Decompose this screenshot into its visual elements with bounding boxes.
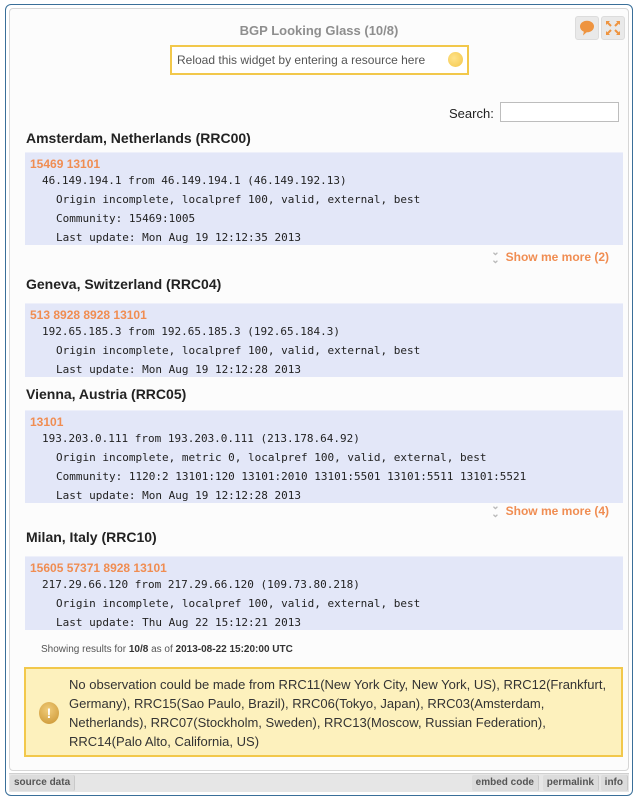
- permalink-button[interactable]: permalink: [542, 775, 599, 791]
- route-entry: 13101 193.203.0.111 from 193.203.0.111 (…: [25, 410, 623, 503]
- widget-title: BGP Looking Glass (10/8): [239, 23, 399, 38]
- collector-title: Amsterdam, Netherlands (RRC00): [26, 130, 251, 146]
- route-entry: 15469 13101 46.149.194.1 from 46.149.194…: [25, 152, 623, 245]
- search-label: Search:: [449, 106, 494, 121]
- warning-text: No observation could be made from RRC11(…: [69, 677, 607, 749]
- route-line: Community: 1120:2 13101:120 13101:2010 1…: [56, 470, 527, 483]
- embed-code-button[interactable]: embed code: [471, 775, 539, 791]
- info-button[interactable]: info: [600, 775, 628, 791]
- status-timestamp: 2013-08-22 15:20:00 UTC: [175, 644, 293, 655]
- collector-title: Geneva, Switzerland (RRC04): [26, 276, 222, 292]
- as-path[interactable]: 15469 13101: [25, 153, 623, 171]
- as-path[interactable]: 513 8928 8928 13101: [25, 304, 623, 322]
- route-line: Origin incomplete, localpref 100, valid,…: [56, 344, 421, 357]
- speech-bubble-icon: [580, 20, 594, 36]
- route-line: Last update: Thu Aug 22 15:12:21 2013: [56, 616, 302, 629]
- bgp-looking-glass-widget: BGP Looking Glass (10/8) Reload this wid…: [5, 4, 633, 796]
- results-status: Showing results for 10/8 as of 2013-08-2…: [41, 644, 293, 655]
- as-path[interactable]: 13101: [25, 411, 623, 429]
- resource-input[interactable]: Reload this widget by entering a resourc…: [170, 45, 469, 75]
- maximize-button[interactable]: [601, 16, 625, 40]
- route-line: Origin incomplete, metric 0, localpref 1…: [56, 451, 487, 464]
- warning-box: ! No observation could be made from RRC1…: [24, 667, 623, 757]
- route-line: Last update: Mon Aug 19 12:12:28 2013: [56, 363, 302, 376]
- chevron-double-down-icon: ⌄ ⌄: [491, 501, 500, 520]
- chevron-double-down-icon: ⌄ ⌄: [491, 247, 500, 266]
- source-data-button[interactable]: source data: [10, 775, 76, 791]
- route-line: Origin incomplete, localpref 100, valid,…: [56, 193, 421, 206]
- as-path[interactable]: 15605 57371 8928 13101: [25, 557, 623, 575]
- widget-footer: source data embed code permalink info: [9, 773, 629, 792]
- collector-title: Vienna, Austria (RRC05): [26, 386, 187, 402]
- route-line: 193.203.0.111 from 193.203.0.111 (213.17…: [42, 432, 360, 445]
- expand-arrows-icon: [606, 21, 620, 35]
- status-prefix: Showing results for: [41, 644, 127, 655]
- show-more-link[interactable]: ⌄ ⌄ Show me more (4): [491, 501, 609, 520]
- collector-title: Milan, Italy (RRC10): [26, 529, 157, 545]
- show-more-link[interactable]: ⌄ ⌄ Show me more (2): [491, 247, 609, 266]
- show-more-label: Show me more (4): [505, 504, 609, 518]
- route-entry: 513 8928 8928 13101 192.65.185.3 from 19…: [25, 303, 623, 377]
- route-line: Last update: Mon Aug 19 12:12:35 2013: [56, 231, 302, 244]
- route-line: 192.65.185.3 from 192.65.185.3 (192.65.1…: [42, 325, 341, 338]
- status-middle: as of: [151, 644, 173, 655]
- route-entry: 15605 57371 8928 13101 217.29.66.120 fro…: [25, 556, 623, 630]
- exclamation-icon: !: [39, 702, 59, 724]
- yellow-dot-icon[interactable]: [448, 52, 463, 67]
- route-line: 217.29.66.120 from 217.29.66.120 (109.73…: [42, 578, 360, 591]
- search-input[interactable]: [500, 102, 619, 122]
- route-line: Origin incomplete, localpref 100, valid,…: [56, 597, 421, 610]
- route-line: Community: 15469:1005: [56, 212, 196, 225]
- show-more-label: Show me more (2): [505, 250, 609, 264]
- route-line: 46.149.194.1 from 46.149.194.1 (46.149.1…: [42, 174, 347, 187]
- resource-input-placeholder: Reload this widget by entering a resourc…: [177, 53, 426, 67]
- feedback-button[interactable]: [575, 16, 599, 40]
- status-resource: 10/8: [128, 644, 149, 655]
